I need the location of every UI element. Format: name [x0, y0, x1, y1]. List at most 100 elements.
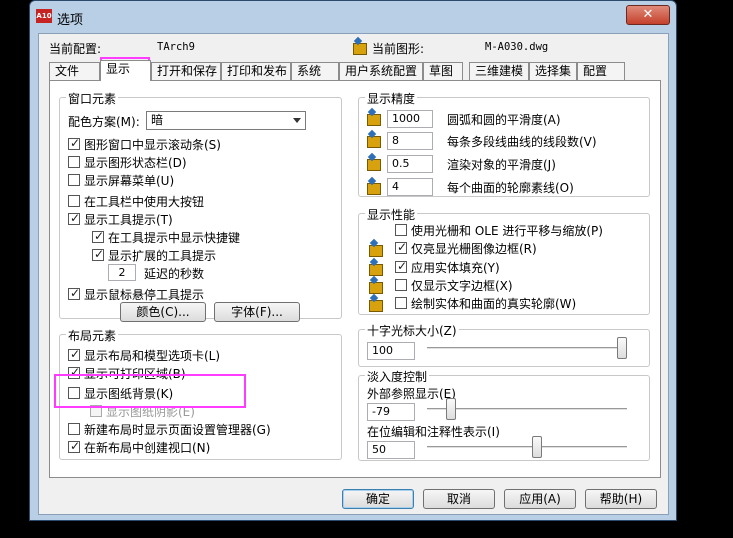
autocad-app-icon: A10	[36, 9, 52, 23]
drawing-saved-icon	[365, 109, 381, 126]
contour-lines-label: 每个曲面的轮廓素线(O)	[447, 181, 574, 195]
drawing-saved-icon	[365, 131, 381, 148]
pan-zoom-raster-label: 使用光栅和 OLE 进行平移与缩放(P)	[411, 224, 603, 238]
tab-selection[interactable]: 选择集	[529, 62, 577, 80]
fade-control-title: 淡入度控制	[365, 368, 430, 385]
status-bar-label: 显示图形状态栏(D)	[84, 156, 187, 170]
silhouettes-label: 绘制实体和曲面的真实轮廓(W)	[411, 297, 577, 311]
polyline-segments-label: 每条多段线曲线的线段数(V)	[447, 135, 597, 149]
tooltip-delay-label: 延迟的秒数	[144, 267, 205, 281]
drawing-saved-icon	[365, 154, 381, 171]
help-button[interactable]: 帮助(H)	[585, 489, 657, 509]
highlight-raster-checkbox[interactable]	[395, 240, 407, 254]
tooltip-delay-input[interactable]: 2	[108, 264, 136, 281]
drawing-saved-icon	[367, 295, 383, 312]
page-setup-manager-checkbox[interactable]	[68, 423, 80, 435]
fade-control-group: 淡入度控制 外部参照显示(E) -79 在位编辑和注释性表示(I) 50	[358, 368, 650, 461]
current-profile-value: TArch9	[157, 41, 195, 53]
screen-menu-checkbox[interactable]	[68, 174, 80, 186]
layout-elements-title: 布局元素	[66, 327, 119, 344]
tab-drafting[interactable]: 草图	[423, 62, 463, 80]
window-elements-group: 窗口元素 配色方案(M): 暗 图形窗口中显示滚动条(S) 显示图形状态栏(D)…	[59, 90, 342, 322]
close-button[interactable]: ✕	[626, 5, 670, 25]
slider-thumb[interactable]	[617, 337, 627, 359]
solid-fill-checkbox[interactable]	[395, 259, 407, 273]
extended-tooltips-label: 显示扩展的工具提示	[108, 249, 217, 263]
tab-display[interactable]: 显示	[100, 60, 151, 81]
color-scheme-label: 配色方案(M):	[68, 115, 140, 129]
dialog-client: 当前配置: TArch9 当前图形: M-A030.dwg 文件 显示 打开和保…	[38, 33, 669, 515]
tab-plot-publish[interactable]: 打印和发布	[221, 62, 291, 80]
color-scheme-value: 暗	[151, 113, 164, 127]
display-tab-panel: 窗口元素 配色方案(M): 暗 图形窗口中显示滚动条(S) 显示图形状态栏(D)…	[49, 80, 661, 478]
slider-thumb[interactable]	[532, 436, 542, 458]
arc-smoothness-input[interactable]: 1000	[387, 110, 433, 128]
drawing-saved-icon	[367, 240, 383, 257]
drawing-icon	[351, 38, 367, 55]
ok-button[interactable]: 确定	[342, 489, 414, 509]
slider-track	[427, 408, 627, 411]
silhouettes-checkbox[interactable]	[395, 297, 407, 309]
layout-tabs-label: 显示布局和模型选项卡(L)	[84, 349, 221, 363]
tab-profiles[interactable]: 配置	[577, 62, 625, 80]
tab-files[interactable]: 文件	[49, 62, 100, 80]
page-setup-manager-label: 新建布局时显示页面设置管理器(G)	[84, 423, 271, 437]
title-bar[interactable]: A10 选项 ✕	[30, 1, 676, 33]
display-performance-title: 显示性能	[365, 206, 418, 223]
tooltip-shortcuts-label: 在工具提示中显示快捷键	[108, 231, 241, 245]
xref-display-slider[interactable]	[427, 398, 627, 420]
colors-button[interactable]: 颜色(C)...	[120, 302, 206, 322]
highlight-raster-label: 仅亮显光栅图像边框(R)	[411, 242, 537, 256]
pan-zoom-raster-checkbox[interactable]	[395, 224, 407, 236]
current-drawing-label: 当前图形:	[372, 42, 425, 56]
render-smoothness-label: 渲染对象的平滑度(J)	[447, 158, 556, 172]
tab-3d-modeling[interactable]: 三维建模	[469, 62, 529, 80]
tooltips-label: 显示工具提示(T)	[84, 213, 173, 227]
cancel-button[interactable]: 取消	[423, 489, 495, 509]
slider-track	[427, 446, 627, 449]
display-performance-group: 显示性能 使用光栅和 OLE 进行平移与缩放(P) 仅亮显光栅图像边框(R) 应…	[358, 206, 650, 315]
crosshair-size-input[interactable]: 100	[367, 342, 415, 360]
tooltip-shortcuts-checkbox[interactable]	[92, 229, 104, 243]
render-smoothness-input[interactable]: 0.5	[387, 155, 433, 173]
display-resolution-group: 显示精度 1000 圆弧和圆的平滑度(A) 8 每条多段线曲线的线段数(V) 0…	[358, 90, 650, 197]
tab-open-save[interactable]: 打开和保存	[151, 62, 221, 80]
tooltips-checkbox[interactable]	[68, 211, 80, 225]
extended-tooltips-checkbox[interactable]	[92, 247, 104, 261]
inplace-edit-input[interactable]: 50	[367, 441, 415, 459]
apply-button[interactable]: 应用(A)	[504, 489, 576, 509]
color-scheme-select[interactable]: 暗	[146, 111, 306, 130]
tab-system[interactable]: 系统	[291, 62, 339, 80]
rollover-tooltips-checkbox[interactable]	[68, 286, 80, 300]
tab-user-preferences[interactable]: 用户系统配置	[339, 62, 423, 80]
scrollbars-checkbox[interactable]	[68, 136, 80, 150]
scrollbars-label: 图形窗口中显示滚动条(S)	[84, 138, 221, 152]
chevron-down-icon	[293, 118, 301, 123]
display-resolution-title: 显示精度	[365, 90, 418, 107]
highlight-paper-background	[54, 374, 246, 408]
text-frame-label: 仅显示文字边框(X)	[411, 279, 513, 293]
large-buttons-label: 在工具栏中使用大按钮	[84, 195, 205, 209]
layout-tabs-checkbox[interactable]	[68, 347, 80, 361]
window-elements-title: 窗口元素	[66, 90, 119, 107]
drawing-saved-icon	[365, 178, 381, 195]
dialog-title: 选项	[57, 13, 84, 28]
large-buttons-checkbox[interactable]	[68, 195, 80, 207]
create-viewport-label: 在新布局中创建视口(N)	[84, 441, 211, 455]
current-drawing-value: M-A030.dwg	[485, 41, 549, 53]
fonts-button[interactable]: 字体(F)...	[214, 302, 300, 322]
arc-smoothness-label: 圆弧和圆的平滑度(A)	[447, 113, 561, 127]
drawing-saved-icon	[367, 259, 383, 276]
drawing-saved-icon	[367, 277, 383, 294]
polyline-segments-input[interactable]: 8	[387, 132, 433, 150]
slider-thumb[interactable]	[446, 398, 456, 420]
status-bar-checkbox[interactable]	[68, 156, 80, 168]
crosshair-size-slider[interactable]	[427, 337, 627, 359]
inplace-edit-slider[interactable]	[427, 436, 627, 458]
contour-lines-input[interactable]: 4	[387, 178, 433, 196]
text-frame-checkbox[interactable]	[395, 279, 407, 291]
xref-display-input[interactable]: -79	[367, 403, 415, 421]
options-dialog: A10 选项 ✕ 当前配置: TArch9 当前图形: M-A030.dwg 文…	[29, 0, 677, 521]
slider-track	[427, 347, 627, 350]
create-viewport-checkbox[interactable]	[68, 439, 80, 453]
